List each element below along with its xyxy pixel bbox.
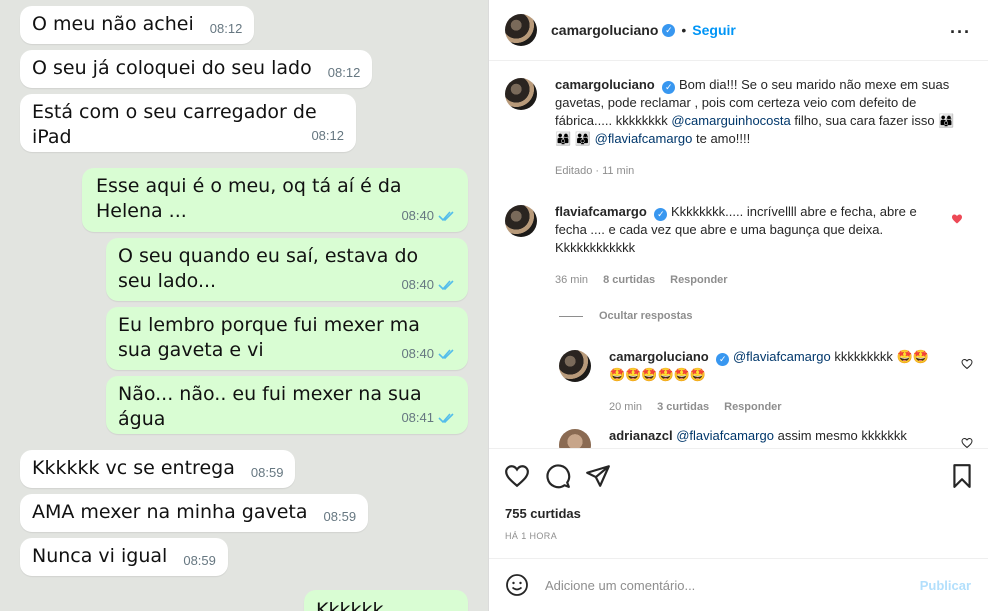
message-text: O meu não achei — [32, 13, 194, 35]
reply-time[interactable]: 20 min — [609, 401, 642, 413]
reply-meta: 20 min 3 curtidas Responder — [609, 398, 939, 416]
liked-heart-icon[interactable] — [951, 213, 963, 225]
chat-panel: O meu não achei 08:12 O seu já coloquei … — [0, 0, 488, 611]
heart-outline-icon[interactable] — [961, 437, 973, 448]
save-bookmark-icon[interactable] — [949, 463, 975, 489]
message-incoming[interactable]: Está com o seu carregador de iPad 08:12 — [20, 94, 356, 152]
comment-time[interactable]: 36 min — [555, 274, 588, 286]
message-incoming[interactable]: AMA mexer na minha gaveta 08:59 — [20, 494, 369, 532]
message-time: 08:12 — [327, 65, 361, 80]
instagram-post-panel: camargoluciano ✓ • Seguir ··· camargoluc… — [488, 0, 988, 611]
message-text: Kkkkkk — [316, 599, 384, 611]
comment-bubble-icon[interactable] — [545, 463, 571, 489]
header-username[interactable]: camargoluciano — [551, 22, 658, 38]
caption-body: camargoluciano ✓ Bom dia!!! Se o seu mar… — [555, 76, 955, 180]
read-ticks-icon — [438, 412, 454, 423]
reply-button[interactable]: Responder — [724, 401, 781, 413]
read-ticks-icon — [438, 210, 454, 221]
message-time: 08:40 — [401, 272, 456, 297]
reply-emojis: 🤩🤩🤩🤩🤩🤩 — [609, 367, 707, 382]
message-outgoing[interactable]: O seu quando eu saí, estava do seu lado.… — [106, 238, 468, 301]
message-text: Está com o seu carregador de iPad — [32, 101, 317, 148]
publish-button[interactable]: Publicar — [920, 578, 971, 593]
message-outgoing[interactable]: Eu lembro porque fui mexer ma sua gaveta… — [106, 307, 468, 370]
message-outgoing[interactable]: Kkkkkk — [304, 590, 468, 611]
separator-dot: • — [681, 22, 687, 38]
message-outgoing[interactable]: Esse aqui é o meu, oq tá aí é da Helena … — [82, 168, 468, 232]
emoji-icon[interactable] — [505, 573, 529, 597]
caption-username[interactable]: camargoluciano — [555, 77, 655, 92]
reply-body: adrianazcl @flaviafcamargo assim mesmo k… — [609, 427, 939, 445]
hide-replies-label: Ocultar respostas — [599, 310, 693, 322]
message-incoming[interactable]: Kkkkkk vc se entrega 08:59 — [20, 450, 296, 488]
message-incoming[interactable]: Nunca vi igual 08:59 — [20, 538, 228, 576]
caption-text: te amo!!!! — [696, 131, 751, 146]
verified-badge-icon: ✓ — [716, 353, 730, 366]
verified-badge-icon: ✓ — [654, 208, 668, 221]
message-outgoing[interactable]: Não... não.. eu fui mexer na sua água 08… — [106, 376, 468, 434]
mention-link[interactable]: @flaviafcamargo — [595, 131, 693, 146]
message-text: O seu quando eu saí, estava do seu lado.… — [118, 245, 419, 292]
avatar[interactable] — [505, 14, 537, 46]
mention-link[interactable]: @camarguinhocosta — [671, 113, 790, 128]
read-ticks-icon — [438, 279, 454, 290]
like-heart-icon[interactable] — [504, 463, 530, 489]
verified-badge-icon: ✓ — [662, 23, 676, 37]
message-time: 08:12 — [311, 128, 344, 143]
comment-meta: 36 min 8 curtidas Responder — [555, 271, 945, 289]
post-actions: 755 curtidas HÁ 1 HORA — [489, 448, 988, 560]
message-text: Eu lembro porque fui mexer ma sua gaveta… — [118, 314, 420, 361]
reply: camargoluciano ✓ @flaviafcamargo kkkkkkk… — [559, 348, 975, 418]
caption-meta: Editado · 11 min — [555, 165, 635, 177]
caption-text: filho, sua cara fazer isso — [794, 113, 935, 128]
reply-text: kkkkkkkkk 🤩🤩 — [834, 349, 929, 364]
heart-outline-icon[interactable] — [961, 358, 973, 370]
reply-body: camargoluciano ✓ @flaviafcamargo kkkkkkk… — [609, 348, 939, 416]
message-time: 08:40 — [401, 341, 456, 366]
avatar[interactable] — [505, 205, 537, 237]
message-incoming[interactable]: O meu não achei 08:12 — [20, 6, 255, 44]
mention-link[interactable]: @flaviafcamargo — [733, 349, 831, 364]
add-comment-bar: Publicar — [489, 558, 988, 611]
hide-replies-button[interactable]: Ocultar respostas — [559, 310, 693, 322]
post-timestamp: HÁ 1 HORA — [505, 531, 558, 541]
mention-link[interactable]: @flaviafcamargo — [676, 428, 774, 443]
reply-likes[interactable]: 3 curtidas — [657, 401, 709, 413]
message-time: 08:41 — [401, 405, 456, 430]
message-time: 08:40 — [401, 203, 456, 228]
comment: flaviafcamargo ✓ Kkkkkkkk..... incrívell… — [505, 203, 965, 293]
reply-username[interactable]: camargoluciano — [609, 349, 709, 364]
comment-input[interactable] — [545, 577, 885, 593]
message-text: O seu já coloquei do seu lado — [32, 57, 312, 79]
post-header: camargoluciano ✓ • Seguir ··· — [489, 0, 988, 61]
message-time: 08:59 — [250, 465, 284, 480]
read-ticks-icon — [438, 348, 454, 359]
reply-button[interactable]: Responder — [670, 274, 727, 286]
divider-line — [559, 315, 583, 317]
message-time: 08:59 — [183, 553, 216, 568]
reply-username[interactable]: adrianazcl — [609, 428, 673, 443]
message-time: 08:59 — [323, 509, 357, 524]
message-text: Nunca vi igual — [32, 545, 168, 567]
avatar[interactable] — [505, 78, 537, 110]
comment-likes[interactable]: 8 curtidas — [603, 274, 655, 286]
reply: adrianazcl @flaviafcamargo assim mesmo k… — [559, 427, 975, 448]
follow-button[interactable]: Seguir — [692, 22, 736, 38]
message-text: Kkkkkk vc se entrega — [32, 457, 235, 479]
message-text: Esse aqui é o meu, oq tá aí é da Helena … — [96, 175, 402, 222]
reply-text: assim mesmo kkkkkkk — [777, 428, 907, 443]
verified-badge-icon: ✓ — [662, 81, 676, 94]
message-incoming[interactable]: O seu já coloquei do seu lado 08:12 — [20, 50, 373, 88]
comment-username[interactable]: flaviafcamargo — [555, 204, 647, 219]
comments-list: camargoluciano ✓ Bom dia!!! Se o seu mar… — [489, 61, 988, 448]
post-caption: camargoluciano ✓ Bom dia!!! Se o seu mar… — [505, 76, 965, 186]
message-time: 08:12 — [209, 21, 243, 36]
share-send-icon[interactable] — [585, 463, 611, 489]
likes-count[interactable]: 755 curtidas — [505, 506, 581, 521]
more-icon[interactable]: ··· — [950, 22, 971, 43]
avatar[interactable] — [559, 429, 591, 448]
avatar[interactable] — [559, 350, 591, 382]
comment-body: flaviafcamargo ✓ Kkkkkkkk..... incrívell… — [555, 203, 945, 289]
message-text: AMA mexer na minha gaveta — [32, 501, 308, 523]
